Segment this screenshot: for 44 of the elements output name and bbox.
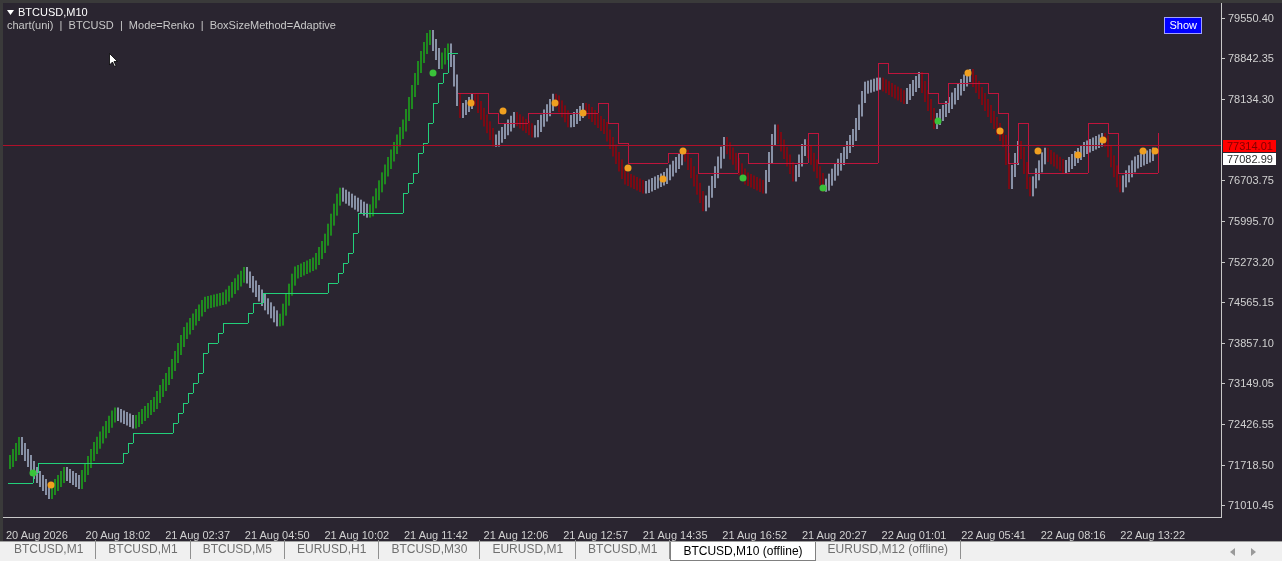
chart-tab[interactable]: EURUSD,H1 (285, 540, 380, 559)
time-axis-label: 21 Aug 14:35 (642, 529, 708, 541)
time-axis-label: 21 Aug 12:57 (563, 529, 628, 541)
cursor-icon (109, 53, 118, 67)
price-axis-label: 71718.50 (1228, 458, 1274, 472)
time-axis-label: 21 Aug 10:02 (324, 529, 390, 541)
price-axis-label: 71010.45 (1228, 499, 1274, 512)
chart-tab[interactable]: EURUSD,M12 (offline) (815, 540, 962, 559)
chart-tab[interactable]: BTCUSD,M5 (190, 540, 286, 559)
bid-price-label: 77314.01 (1223, 140, 1276, 152)
time-axis-label: 22 Aug 01:01 (881, 529, 947, 541)
time-axis-label: 21 Aug 16:52 (722, 529, 788, 541)
price-label: 77082.99 (1223, 153, 1276, 165)
price-axis-label: 73857.10 (1228, 336, 1274, 350)
dropdown-triangle-icon[interactable] (7, 10, 14, 15)
time-axis-label: 21 Aug 20:27 (801, 529, 867, 541)
time-axis-label: 20 Aug 2026 (6, 529, 68, 541)
price-axis-label: 75995.70 (1228, 214, 1274, 228)
price-axis-label: 79550.40 (1228, 12, 1274, 25)
scroll-right-icon[interactable] (1251, 548, 1256, 556)
price-axis-label: 75273.20 (1228, 255, 1274, 269)
price-axis-label: 78842.35 (1228, 52, 1274, 66)
price-axis-label: 72426.55 (1228, 418, 1274, 432)
chart-tab[interactable]: BTCUSD,M1 (2, 540, 97, 559)
chart-tab[interactable]: BTCUSD,M1 (96, 540, 191, 559)
time-axis-label: 21 Aug 04:50 (244, 529, 310, 541)
time-axis-label: 21 Aug 12:06 (483, 529, 549, 541)
chart-tab[interactable]: BTCUSD,M10 (offline) (670, 542, 816, 561)
price-axis-label: 74565.15 (1228, 296, 1274, 310)
price-axis-label: 73149.05 (1228, 377, 1274, 391)
chart-tab[interactable]: EURUSD,M1 (480, 540, 577, 559)
time-axis-label: 21 Aug 02:37 (165, 529, 231, 541)
time-axis-label: 22 Aug 05:41 (961, 529, 1026, 541)
show-button[interactable]: Show (1164, 17, 1202, 34)
chart-info: chart(uni) | BTCUSD | Mode=Renko | BoxSizeMethod=Adaptive (7, 19, 336, 32)
time-axis-label: 22 Aug 13:22 (1120, 529, 1186, 541)
price-axis-label: 78134.30 (1228, 92, 1274, 106)
time-axis-label: 22 Aug 08:16 (1040, 529, 1106, 541)
price-axis-label: 76703.75 (1228, 174, 1274, 188)
chart-tab[interactable]: BTCUSD,M30 (379, 540, 481, 559)
scroll-left-icon[interactable] (1230, 548, 1235, 556)
chart-title: BTCUSD,M10 (18, 6, 88, 19)
time-axis-label: 21 Aug 11:42 (403, 529, 468, 541)
time-axis-label: 20 Aug 18:02 (85, 529, 151, 541)
